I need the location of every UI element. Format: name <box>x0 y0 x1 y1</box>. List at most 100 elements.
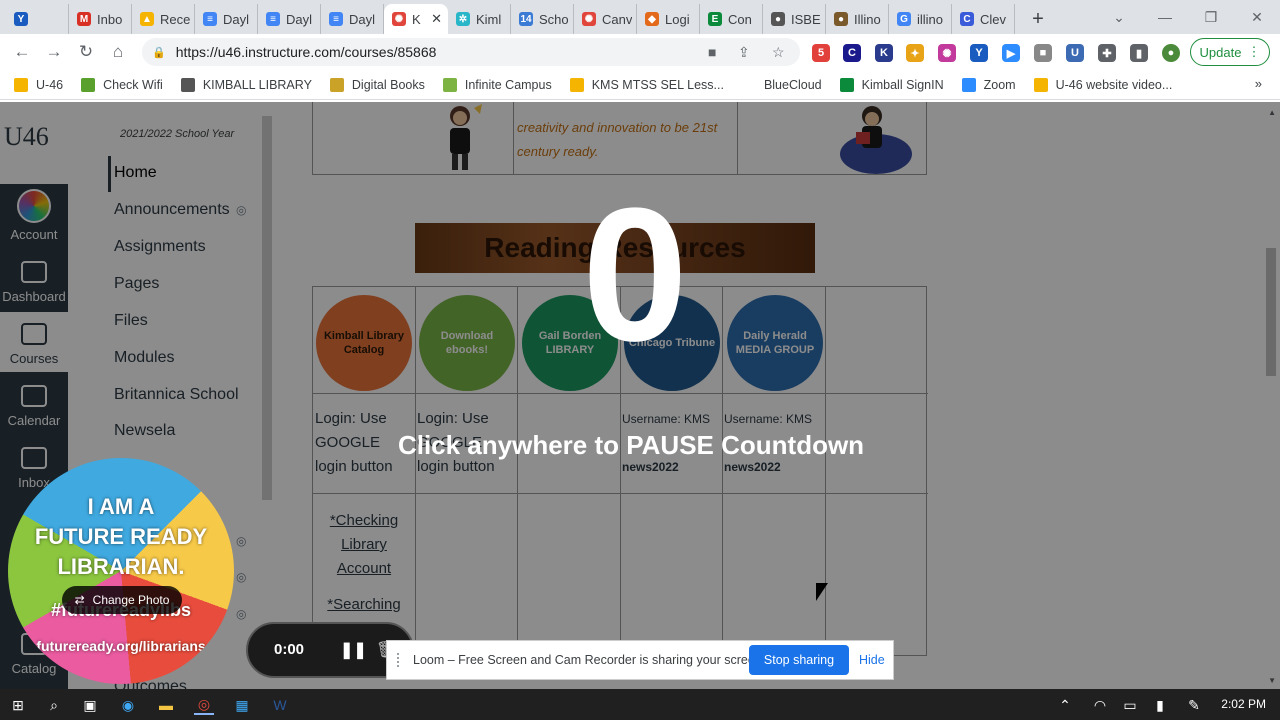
chrome-icon[interactable]: ◎ <box>194 695 214 715</box>
bookmark-item[interactable]: KMS MTSS SEL Less... <box>569 77 724 92</box>
update-button[interactable]: Update ⋮ <box>1190 38 1270 66</box>
app-icon[interactable]: ▦ <box>232 695 252 715</box>
bookmark-item[interactable]: Digital Books <box>329 77 425 92</box>
restore-icon[interactable]: ❐ <box>1188 0 1234 34</box>
tab-favicon-icon: ▲ <box>140 12 154 26</box>
cast-icon[interactable]: ■ <box>708 44 716 60</box>
extension-square-icon[interactable]: ■ <box>1034 44 1052 62</box>
bookmark-label: KIMBALL LIBRARY <box>202 77 312 92</box>
tab-favicon-icon: ≡ <box>329 12 343 26</box>
extension-c-icon[interactable]: C <box>843 44 861 62</box>
zoom-extension-icon[interactable]: ▶ <box>1002 44 1020 62</box>
battery-icon[interactable]: ▭ <box>1120 695 1140 715</box>
address-bar[interactable]: 🔒 https://u46.instructure.com/courses/85… <box>142 38 800 66</box>
browser-tab[interactable]: ≡ Dayl <box>321 4 384 34</box>
more-menu-icon: ⋮ <box>1247 44 1261 59</box>
tab-favicon-icon: ● <box>834 12 848 26</box>
browser-tab[interactable]: 14 Scho <box>511 4 574 34</box>
bookmark-item[interactable]: BlueCloud <box>741 77 822 92</box>
browser-tab[interactable]: ✺ K ✕ <box>384 4 448 34</box>
browser-tab[interactable]: Y <box>6 4 69 34</box>
bookmarks-overflow-icon[interactable]: » <box>1255 76 1262 91</box>
bookmark-item[interactable]: U-46 website video... <box>1033 77 1172 92</box>
extensions-puzzle-icon[interactable]: ✚ <box>1098 44 1116 62</box>
tab-title: Scho <box>539 11 569 27</box>
wifi-icon[interactable]: ◠ <box>1090 695 1110 715</box>
badge-line-1: I AM A <box>87 494 155 519</box>
tab-favicon-icon: E <box>708 12 722 26</box>
forward-icon[interactable]: → <box>38 36 70 68</box>
close-window-icon[interactable]: ✕ <box>1234 0 1280 34</box>
share-icon[interactable]: ⇪ <box>738 44 750 61</box>
browser-tab[interactable]: ▲ Rece <box>132 4 195 34</box>
taskbar-clock[interactable]: 2:02 PM <box>1221 697 1266 711</box>
bookmark-favicon-icon <box>569 77 584 92</box>
show-hidden-icons-icon[interactable]: ⌃ <box>1055 695 1075 715</box>
word-icon[interactable]: W <box>270 695 290 715</box>
close-tab-icon[interactable]: ✕ <box>431 11 442 27</box>
side-panel-icon[interactable]: ▮ <box>1130 44 1148 62</box>
home-icon[interactable]: ⌂ <box>102 36 134 68</box>
bookmark-star-icon[interactable]: ☆ <box>772 44 785 61</box>
extension-y-icon[interactable]: Y <box>970 44 988 62</box>
task-view-icon[interactable]: ▣ <box>80 695 100 715</box>
countdown-number: 0 <box>582 169 688 381</box>
browser-tab[interactable]: ≡ Dayl <box>195 4 258 34</box>
tab-title: Rece <box>160 11 191 27</box>
tab-title: illino <box>917 11 944 27</box>
browser-tab[interactable]: ✲ Kiml <box>448 4 511 34</box>
extension-flower-icon[interactable]: ✺ <box>938 44 956 62</box>
bookmark-item[interactable]: Infinite Campus <box>442 77 552 92</box>
tab-title: Inbo <box>97 11 123 27</box>
tab-favicon-icon: ✲ <box>456 12 470 26</box>
file-explorer-icon[interactable]: ▬ <box>156 695 176 715</box>
change-photo-button[interactable]: ⇄ Change Photo <box>62 586 182 614</box>
bookmark-label: BlueCloud <box>763 77 822 92</box>
reload-icon[interactable]: ↻ <box>70 36 102 68</box>
bookmark-item[interactable]: U-46 <box>14 77 63 92</box>
minimize-icon[interactable]: — <box>1142 0 1188 34</box>
browser-tab[interactable]: ● ISBE <box>763 4 826 34</box>
pause-icon[interactable]: ❚❚ <box>340 640 367 660</box>
pause-countdown-text[interactable]: Click anywhere to PAUSE Countdown <box>0 430 1262 461</box>
browser-tab[interactable]: ◆ Logi <box>637 4 700 34</box>
bookmark-item[interactable]: Kimball SignIN <box>839 77 944 92</box>
tab-favicon-icon: Y <box>14 12 28 26</box>
browser-tab[interactable]: ≡ Dayl <box>258 4 321 34</box>
bookmark-item[interactable]: Zoom <box>961 77 1016 92</box>
microphone-icon[interactable]: ▮ <box>1150 695 1170 715</box>
bookmark-favicon-icon <box>741 77 756 92</box>
browser-tab[interactable]: C Clev <box>952 4 1015 34</box>
extension-paw-icon[interactable]: ✦ <box>906 44 924 62</box>
edge-icon[interactable]: ◉ <box>118 695 138 715</box>
tab-title: Con <box>728 11 752 27</box>
back-icon[interactable]: ← <box>6 36 38 68</box>
recording-timer: 0:00 <box>274 641 305 658</box>
browser-tab[interactable]: Gillino <box>889 4 952 34</box>
extension-badge-icon[interactable]: 5 <box>812 44 830 62</box>
windows-start-icon[interactable]: ⊞ <box>8 695 28 715</box>
hide-button[interactable]: Hide <box>859 653 885 667</box>
new-tab-icon[interactable]: + <box>1023 4 1053 34</box>
tab-favicon-icon: 14 <box>519 12 533 26</box>
camera-bubble[interactable]: I AM A FUTURE READY LIBRARIAN. #futurere… <box>8 458 234 684</box>
browser-tab[interactable]: ● Illino <box>826 4 889 34</box>
tab-search-icon[interactable]: ⌄ <box>1096 0 1142 34</box>
tab-title: Canv <box>602 11 633 27</box>
tab-title: Dayl <box>349 11 376 27</box>
extension-u46-icon[interactable]: U <box>1066 44 1084 62</box>
profile-avatar[interactable]: ● <box>1162 44 1180 62</box>
bookmark-label: KMS MTSS SEL Less... <box>591 77 724 92</box>
bookmark-item[interactable]: Check Wifi <box>81 77 163 92</box>
tab-title: Clev <box>980 11 1007 27</box>
stop-sharing-button[interactable]: Stop sharing <box>749 645 849 675</box>
bookmark-item[interactable]: KIMBALL LIBRARY <box>180 77 312 92</box>
extension-k-icon[interactable]: K <box>875 44 893 62</box>
browser-tab[interactable]: ✺ Canv <box>574 4 637 34</box>
browser-tab[interactable]: E Con <box>700 4 763 34</box>
pen-icon[interactable]: ✎ <box>1184 695 1204 715</box>
search-icon[interactable]: ⌕ <box>44 695 64 715</box>
browser-tab[interactable]: M Inbo <box>69 4 132 34</box>
drag-handle-icon[interactable] <box>397 653 405 667</box>
tab-title: Illino <box>854 11 881 27</box>
